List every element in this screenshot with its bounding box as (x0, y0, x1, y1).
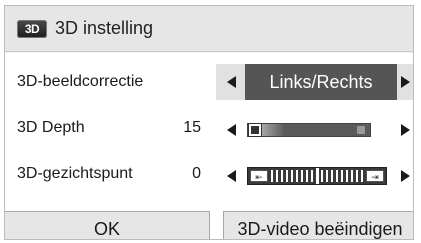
viewpoint-slider[interactable]: ⇤ ⇥ (247, 167, 387, 185)
depth-label: 3D Depth (17, 119, 85, 136)
ok-button[interactable]: OK (5, 211, 210, 239)
viewpoint-ticks (271, 168, 363, 184)
settings-content: 3D-beeldcorrectie Links/Rechts 3D Depth … (5, 53, 413, 239)
viewpoint-label: 3D-gezichtspunt (17, 165, 133, 182)
viewpoint-slider-thumb[interactable] (316, 168, 319, 184)
correction-label: 3D-beeldcorrectie (17, 73, 144, 90)
depth-value: 15 (183, 119, 201, 136)
depth-slider[interactable] (247, 123, 371, 137)
arrow-right-icon[interactable] (401, 170, 410, 182)
viewpoint-value: 0 (192, 165, 201, 182)
arrow-right-icon[interactable] (401, 124, 410, 136)
settings-dialog: 3D 3D instelling 3D-beeldcorrectie Links… (4, 5, 414, 240)
depth-max-icon (357, 126, 365, 134)
correction-value[interactable]: Links/Rechts (245, 64, 397, 100)
arrow-left-icon[interactable] (227, 170, 236, 182)
arrow-left-icon[interactable] (227, 124, 236, 136)
3d-logo-icon: 3D (17, 19, 47, 38)
dialog-title: 3D instelling (55, 18, 154, 38)
arrow-left-icon[interactable] (227, 76, 236, 88)
depth-slider-thumb[interactable] (248, 123, 262, 137)
end-3d-video-button[interactable]: 3D-video beëindigen (223, 211, 413, 239)
viewpoint-right-cap-icon: ⇥ (366, 170, 384, 182)
viewpoint-left-cap-icon: ⇤ (250, 170, 268, 182)
title-bar: 3D 3D instelling (5, 6, 413, 52)
arrow-right-icon[interactable] (401, 76, 410, 88)
